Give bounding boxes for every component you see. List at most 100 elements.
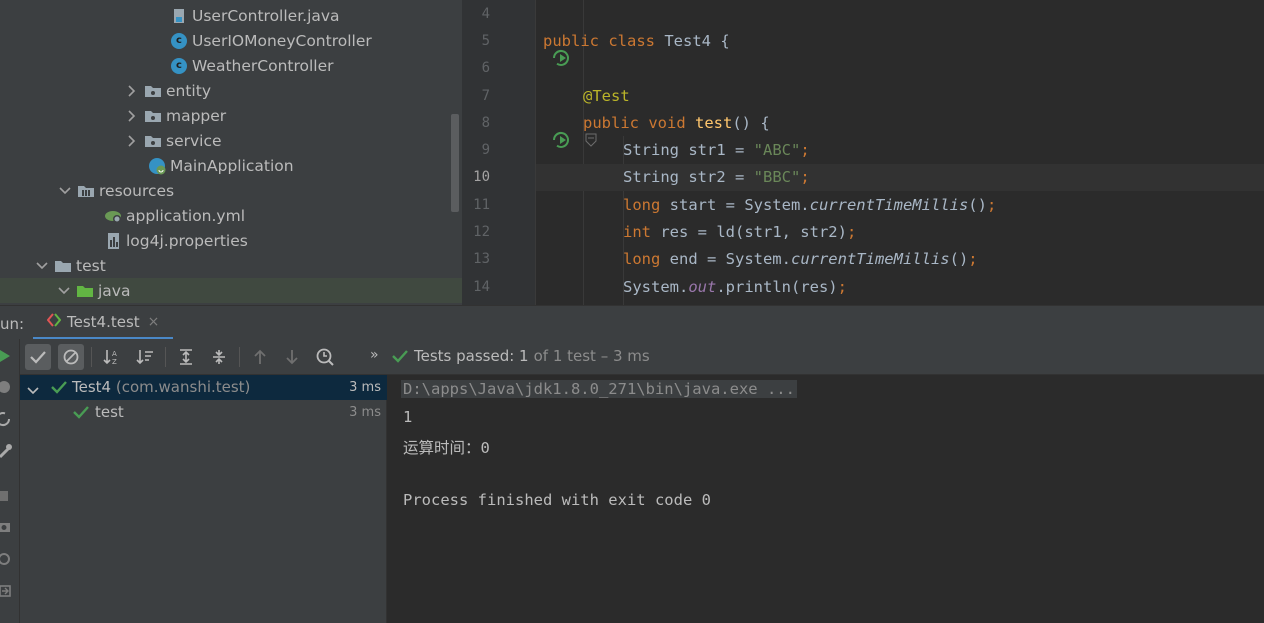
- code-line[interactable]: 13 long end = System.currentTimeMillis()…: [462, 246, 1264, 273]
- stop-icon[interactable]: [0, 489, 10, 507]
- code-line[interactable]: 12 int res = ld(str1, str2);: [462, 218, 1264, 245]
- console-line: 运算时间：0: [403, 439, 490, 457]
- line-number: 9: [481, 142, 490, 159]
- tree-item-resources[interactable]: resources: [59, 178, 450, 203]
- tree-item-label: log4j.properties: [126, 231, 248, 250]
- next-failed-test-button[interactable]: [279, 344, 305, 370]
- tree-item-test[interactable]: test: [36, 253, 450, 278]
- test-duration: 3 ms: [349, 380, 381, 395]
- code-line[interactable]: 8 public void test() {: [462, 109, 1264, 149]
- tree-item-label: UserController.java: [192, 6, 340, 25]
- chevron-right-icon[interactable]: [126, 84, 138, 97]
- class-icon: c: [170, 57, 188, 75]
- resources-folder-icon: [77, 182, 95, 200]
- tree-item-log4j-properties[interactable]: log4j.properties: [104, 228, 450, 253]
- tree-item-label: WeatherController: [192, 56, 334, 75]
- code-text: System.out.println(res);: [623, 277, 847, 296]
- code-line[interactable]: 4: [462, 0, 1264, 27]
- run-window-sidebar: [0, 339, 20, 623]
- package-folder-icon: [144, 132, 162, 150]
- test-results-toolbar: AZ » Tests passed: 1 of 1 test – 3 ms: [20, 339, 1264, 375]
- tree-item-service[interactable]: service: [126, 128, 450, 153]
- show-passed-toggle[interactable]: [25, 344, 51, 370]
- tree-item-label: entity: [166, 81, 211, 100]
- sort-by-duration-button[interactable]: [132, 344, 158, 370]
- code-text: @Test: [583, 86, 630, 105]
- line-number: 11: [473, 196, 490, 213]
- tree-item-label: UserIOMoneyController: [192, 31, 372, 50]
- test-results-tree[interactable]: Test4 (com.wanshi.test) 3 ms test 3 ms: [20, 375, 387, 623]
- clock-icon: [316, 348, 334, 366]
- collapse-all-button[interactable]: [206, 344, 232, 370]
- sort-alphabetically-button[interactable]: AZ: [99, 344, 125, 370]
- code-line[interactable]: 7 @Test: [462, 82, 1264, 109]
- tree-item-user-controller-java[interactable]: UserController.java: [170, 3, 450, 28]
- debug-icon[interactable]: [0, 379, 12, 399]
- folder-icon: [54, 257, 72, 275]
- rerun-failed-icon[interactable]: [0, 411, 12, 431]
- code-line[interactable]: 14 System.out.println(res);: [462, 273, 1264, 300]
- chevron-right-icon[interactable]: [126, 134, 138, 147]
- code-line[interactable]: 10 String str2 = "BBC";: [462, 164, 1264, 191]
- exit-icon[interactable]: [0, 583, 12, 603]
- test-node-test4[interactable]: Test4 (com.wanshi.test) 3 ms: [20, 375, 387, 400]
- arrow-up-icon: [254, 349, 266, 364]
- yml-spring-file-icon: [104, 207, 122, 225]
- tree-item-label: MainApplication: [170, 156, 294, 175]
- console-output[interactable]: D:\apps\Java\jdk1.8.0_271\bin\java.exe .…: [388, 375, 1264, 623]
- test-history-button[interactable]: [312, 344, 338, 370]
- spring-boot-class-icon: [148, 157, 166, 175]
- class-icon: c: [170, 32, 188, 50]
- chevron-down-icon[interactable]: [27, 381, 39, 399]
- chevron-right-icon[interactable]: [126, 109, 138, 122]
- run-tab-test4-test[interactable]: Test4.test ×: [33, 306, 174, 340]
- test-status: Tests passed: 1 of 1 test – 3 ms: [392, 347, 650, 365]
- more-actions-icon[interactable]: »: [370, 347, 379, 363]
- expand-all-button[interactable]: [173, 344, 199, 370]
- chevron-down-icon[interactable]: [58, 286, 70, 295]
- wrench-icon[interactable]: [0, 443, 12, 463]
- close-tab-icon[interactable]: ×: [148, 314, 160, 330]
- test-node-label: Test4 (com.wanshi.test): [72, 378, 251, 396]
- tree-item-entity[interactable]: entity: [126, 78, 450, 103]
- rerun-icon[interactable]: [0, 349, 12, 367]
- code-text: int res = ld(str1, str2);: [623, 223, 857, 242]
- toolbar-separator: [91, 347, 92, 367]
- tree-item-main-application[interactable]: MainApplication: [148, 153, 450, 178]
- console-command-line[interactable]: D:\apps\Java\jdk1.8.0_271\bin\java.exe .…: [401, 380, 797, 398]
- tree-item-application-yml[interactable]: application.yml: [104, 203, 450, 228]
- chevron-down-icon[interactable]: [36, 261, 48, 270]
- show-ignored-toggle[interactable]: [58, 344, 84, 370]
- tree-item-mapper[interactable]: mapper: [126, 103, 450, 128]
- sort-alpha-icon: AZ: [103, 350, 117, 365]
- previous-failed-test-button[interactable]: [247, 344, 273, 370]
- test-node-label: test: [95, 403, 124, 421]
- package-folder-icon: [144, 107, 162, 125]
- collapse-all-icon: [213, 350, 225, 364]
- package-folder-icon: [144, 82, 162, 100]
- project-tree-scrollbar[interactable]: [451, 114, 459, 212]
- console-line: 1: [403, 408, 413, 426]
- chevron-down-icon[interactable]: [59, 186, 71, 195]
- code-line[interactable]: 6: [462, 55, 1264, 82]
- tree-item-label: test: [76, 256, 106, 275]
- code-line[interactable]: 9 String str1 = "ABC";: [462, 137, 1264, 164]
- tree-item-user-io-money-controller[interactable]: c UserIOMoneyController: [170, 28, 450, 53]
- tree-item-label: java: [98, 281, 131, 300]
- code-line[interactable]: 11 long start = System.currentTimeMillis…: [462, 191, 1264, 218]
- svg-text:A: A: [112, 350, 117, 358]
- line-number: 13: [473, 251, 490, 268]
- code-line[interactable]: 5 public class Test4 {: [462, 27, 1264, 67]
- tree-item-java[interactable]: java: [0, 278, 462, 303]
- code-editor[interactable]: 4 5 public class Test4 { 6 7 @Test 8 pub…: [462, 0, 1264, 305]
- camera-icon[interactable]: [0, 519, 12, 539]
- arrow-down-icon: [286, 350, 298, 365]
- line-number: 8: [481, 114, 490, 131]
- run-window-label: un:: [0, 315, 25, 333]
- project-tree[interactable]: UserController.java c UserIOMoneyControl…: [0, 0, 462, 305]
- code-text: public class Test4 {: [543, 31, 730, 50]
- settings-icon[interactable]: [0, 551, 12, 571]
- properties-file-icon: [104, 232, 122, 250]
- test-node-test[interactable]: test 3 ms: [20, 400, 387, 425]
- tree-item-weather-controller[interactable]: c WeatherController: [170, 53, 450, 78]
